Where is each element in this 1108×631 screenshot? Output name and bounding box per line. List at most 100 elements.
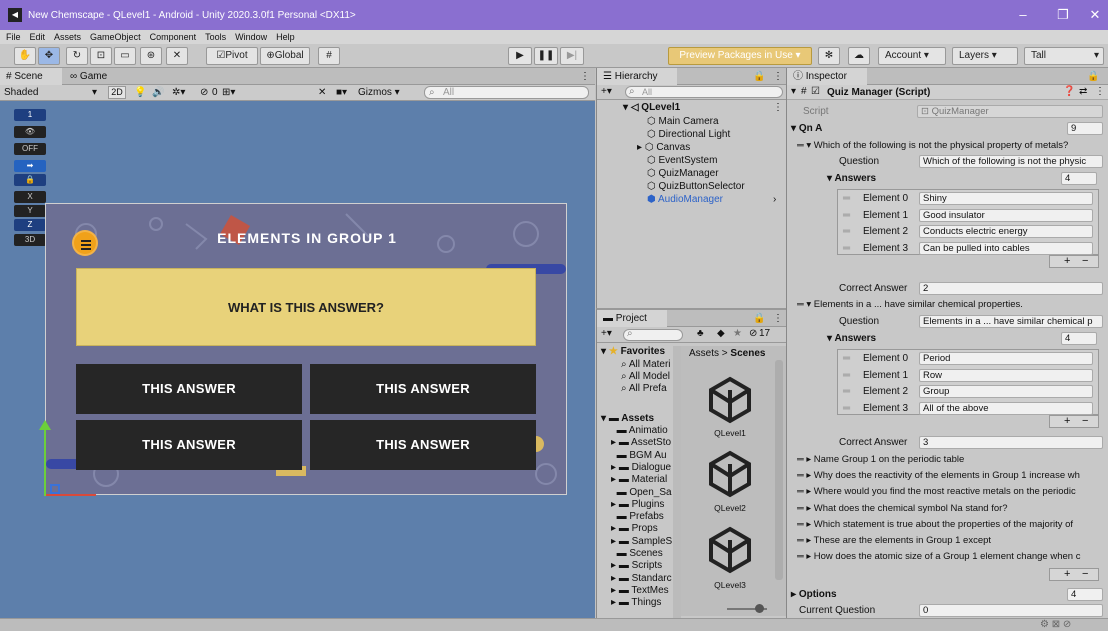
lock-icon[interactable]: 🔒 bbox=[753, 68, 765, 85]
scene-search-input[interactable]: All bbox=[424, 86, 589, 99]
question-input[interactable]: Which of the following is not the physic bbox=[919, 155, 1103, 168]
hierarchy-root[interactable]: ▾ ◁ QLevel1 bbox=[623, 102, 680, 113]
qna-label[interactable]: ▾ Qn A bbox=[791, 123, 822, 134]
settings-icon[interactable]: ⇄ bbox=[1079, 86, 1087, 97]
project-menu-icon[interactable]: ⋮ bbox=[773, 310, 783, 327]
question-input[interactable]: Elements in a ... have similar chemical … bbox=[919, 315, 1103, 328]
root-menu-icon[interactable]: ⋮ bbox=[773, 102, 783, 113]
add-icon[interactable]: +▾ bbox=[601, 328, 612, 339]
custom-tool-icon[interactable]: ✕ bbox=[166, 47, 188, 65]
grid-snap-icon[interactable]: # bbox=[318, 47, 340, 65]
hierarchy-item-main-camera[interactable]: ⬡ Main Camera bbox=[647, 116, 719, 127]
element-input[interactable]: Good insulator bbox=[919, 208, 1093, 222]
asset-folder-item[interactable]: ▸ ▬ TextMes bbox=[611, 585, 673, 596]
scene-file-icon[interactable] bbox=[705, 374, 755, 426]
asset-folder-item[interactable]: ▬ Animatio bbox=[611, 425, 673, 436]
gizmo-layer-1[interactable]: 1 bbox=[14, 109, 46, 121]
component-header[interactable]: ▾ # ☑ Quiz Manager (Script) ❓ ⇄ ⋮ bbox=[787, 85, 1108, 100]
hierarchy-item-quizbuttonselector[interactable]: ⬡ QuizButtonSelector bbox=[647, 181, 745, 192]
gizmo-3d[interactable]: 3D bbox=[14, 234, 46, 246]
tab-project[interactable]: ▬ Project bbox=[597, 310, 667, 327]
hierarchy-item-canvas[interactable]: ▸ ⬡ Canvas bbox=[637, 142, 690, 153]
qna-element-header[interactable]: ═ ▾ Elements in a ... have similar chemi… bbox=[797, 299, 1107, 310]
drag-handle-icon[interactable]: ═ bbox=[843, 386, 850, 397]
drag-handle-icon[interactable]: ═ bbox=[843, 210, 850, 221]
shading-dropdown[interactable]: Shaded bbox=[4, 87, 38, 98]
rotate-tool-icon[interactable]: ↻ bbox=[66, 47, 88, 65]
tools-icon[interactable]: ✕ bbox=[318, 87, 326, 98]
pause-button[interactable]: ❚❚ bbox=[534, 47, 558, 65]
folder-tree-scrollbar[interactable] bbox=[673, 346, 681, 618]
correct-answer-input[interactable]: 3 bbox=[919, 436, 1103, 449]
step-button[interactable]: ▶| bbox=[560, 47, 584, 65]
asset-folder-item[interactable]: ▸ ▬ Props bbox=[611, 523, 673, 534]
qna-collapsed-item[interactable]: ═ ▸ Which statement is true about the pr… bbox=[797, 519, 1107, 530]
asset-folder-item[interactable]: ▸ ▬ AssetSto bbox=[611, 437, 673, 448]
favorite-item[interactable]: ⌕ All Prefa bbox=[621, 383, 673, 394]
options-foldout[interactable]: ▸ Options bbox=[791, 589, 837, 600]
asset-folder-item[interactable]: ▸ ▬ SampleS bbox=[611, 536, 673, 547]
grid-icon[interactable]: ⊞▾ bbox=[222, 87, 235, 98]
chevron-down-icon[interactable]: ▾ bbox=[92, 87, 97, 98]
rect-tool-icon[interactable]: ▭ bbox=[114, 47, 136, 65]
favorites-header[interactable]: ▾ ★ Favorites bbox=[601, 346, 665, 357]
asset-folder-item[interactable]: ▸ ▬ Standarc bbox=[611, 573, 673, 584]
gizmos-dropdown[interactable]: Gizmos ▾ bbox=[358, 87, 400, 98]
audio-icon[interactable]: 🔊 bbox=[152, 87, 164, 98]
asset-folder-item[interactable]: ▬ Prefabs bbox=[611, 511, 673, 522]
current-question-input[interactable]: 0 bbox=[919, 604, 1103, 617]
play-button[interactable]: ▶ bbox=[508, 47, 532, 65]
game-canvas[interactable]: ELEMENTS IN GROUP 1 WHAT IS THIS ANSWER?… bbox=[45, 203, 567, 495]
gizmo-z[interactable]: Z bbox=[14, 219, 46, 231]
scene-menu-icon[interactable]: ⋮ bbox=[580, 68, 590, 85]
y-axis-handle[interactable] bbox=[44, 428, 46, 496]
drag-handle-icon[interactable]: ═ bbox=[843, 403, 850, 414]
eye-icon[interactable]: 👁 bbox=[14, 126, 46, 138]
content-scrollbar[interactable] bbox=[775, 360, 783, 580]
menu-edit[interactable]: Edit bbox=[30, 32, 46, 42]
preview-packages-button[interactable]: Preview Packages in Use ▾ bbox=[668, 47, 812, 65]
enabled-checkbox[interactable]: ☑ bbox=[811, 86, 820, 97]
global-toggle[interactable]: ⊕Global bbox=[260, 47, 310, 65]
gizmo-off[interactable]: OFF bbox=[14, 143, 46, 155]
chevron-right-icon[interactable]: › bbox=[773, 194, 776, 205]
remove-icon[interactable]: − bbox=[1082, 416, 1088, 427]
lighting-icon[interactable]: 💡 bbox=[134, 87, 146, 98]
asset-folder-item[interactable]: ▬ Open_Sa bbox=[611, 487, 673, 498]
scale-tool-icon[interactable]: ⊡ bbox=[90, 47, 112, 65]
qna-element-header[interactable]: ═ ▾ Which of the following is not the ph… bbox=[797, 140, 1107, 151]
move-tool-icon[interactable]: ✥ bbox=[38, 47, 60, 65]
add-icon[interactable]: + bbox=[1064, 416, 1070, 427]
gizmo-x[interactable]: X bbox=[14, 191, 46, 203]
lock-icon[interactable]: 🔒 bbox=[1087, 68, 1099, 85]
cloud-icon[interactable]: ☁ bbox=[848, 47, 870, 65]
asset-folder-item[interactable]: ▸ ▬ Plugins bbox=[611, 499, 673, 510]
element-input[interactable]: Row bbox=[919, 368, 1093, 382]
answer-button-2[interactable]: THIS ANSWER bbox=[310, 364, 536, 414]
hierarchy-item-directional-light[interactable]: ⬡ Directional Light bbox=[647, 129, 730, 140]
answers-foldout[interactable]: ▾ Answers bbox=[827, 173, 876, 184]
breadcrumb-current[interactable]: Scenes bbox=[730, 348, 765, 359]
menu-window[interactable]: Window bbox=[235, 32, 267, 42]
scene-window[interactable]: # Scene ∞ Game ⋮ Shaded ▾ 2D 💡 🔊 ✲▾ ⊘ 0 … bbox=[0, 68, 595, 631]
filter-label-icon[interactable]: ◆ bbox=[717, 328, 725, 339]
answer-button-1[interactable]: THIS ANSWER bbox=[76, 364, 302, 414]
pivot-toggle[interactable]: ☑Pivot bbox=[206, 47, 258, 65]
menu-file[interactable]: File bbox=[6, 32, 21, 42]
favorite-item[interactable]: ⌕ All Materi bbox=[621, 359, 673, 370]
drag-handle-icon[interactable]: ═ bbox=[843, 353, 850, 364]
layers-dropdown[interactable]: Layers ▾ bbox=[952, 47, 1018, 65]
answers-size-input[interactable]: 4 bbox=[1061, 172, 1097, 185]
asset-folder-item[interactable]: ▸ ▬ Material bbox=[611, 474, 673, 485]
drag-handle-icon[interactable]: ═ bbox=[843, 226, 850, 237]
qna-collapsed-item[interactable]: ═ ▸ How does the atomic size of a Group … bbox=[797, 551, 1107, 562]
gizmo-y[interactable]: Y bbox=[14, 205, 46, 217]
plane-handle[interactable] bbox=[50, 484, 60, 494]
hierarchy-item-audiomanager[interactable]: ⬢ AudioManager bbox=[647, 194, 723, 205]
qna-size-input[interactable]: 9 bbox=[1067, 122, 1103, 135]
qna-collapsed-item[interactable]: ═ ▸ What does the chemical symbol Na sta… bbox=[797, 503, 1107, 514]
snap-icon[interactable]: ➡ bbox=[14, 160, 46, 172]
breadcrumb-root[interactable]: Assets bbox=[689, 348, 719, 359]
hierarchy-item-eventsystem[interactable]: ⬡ EventSystem bbox=[647, 155, 717, 166]
tab-hierarchy[interactable]: ☰ Hierarchy bbox=[597, 68, 677, 85]
